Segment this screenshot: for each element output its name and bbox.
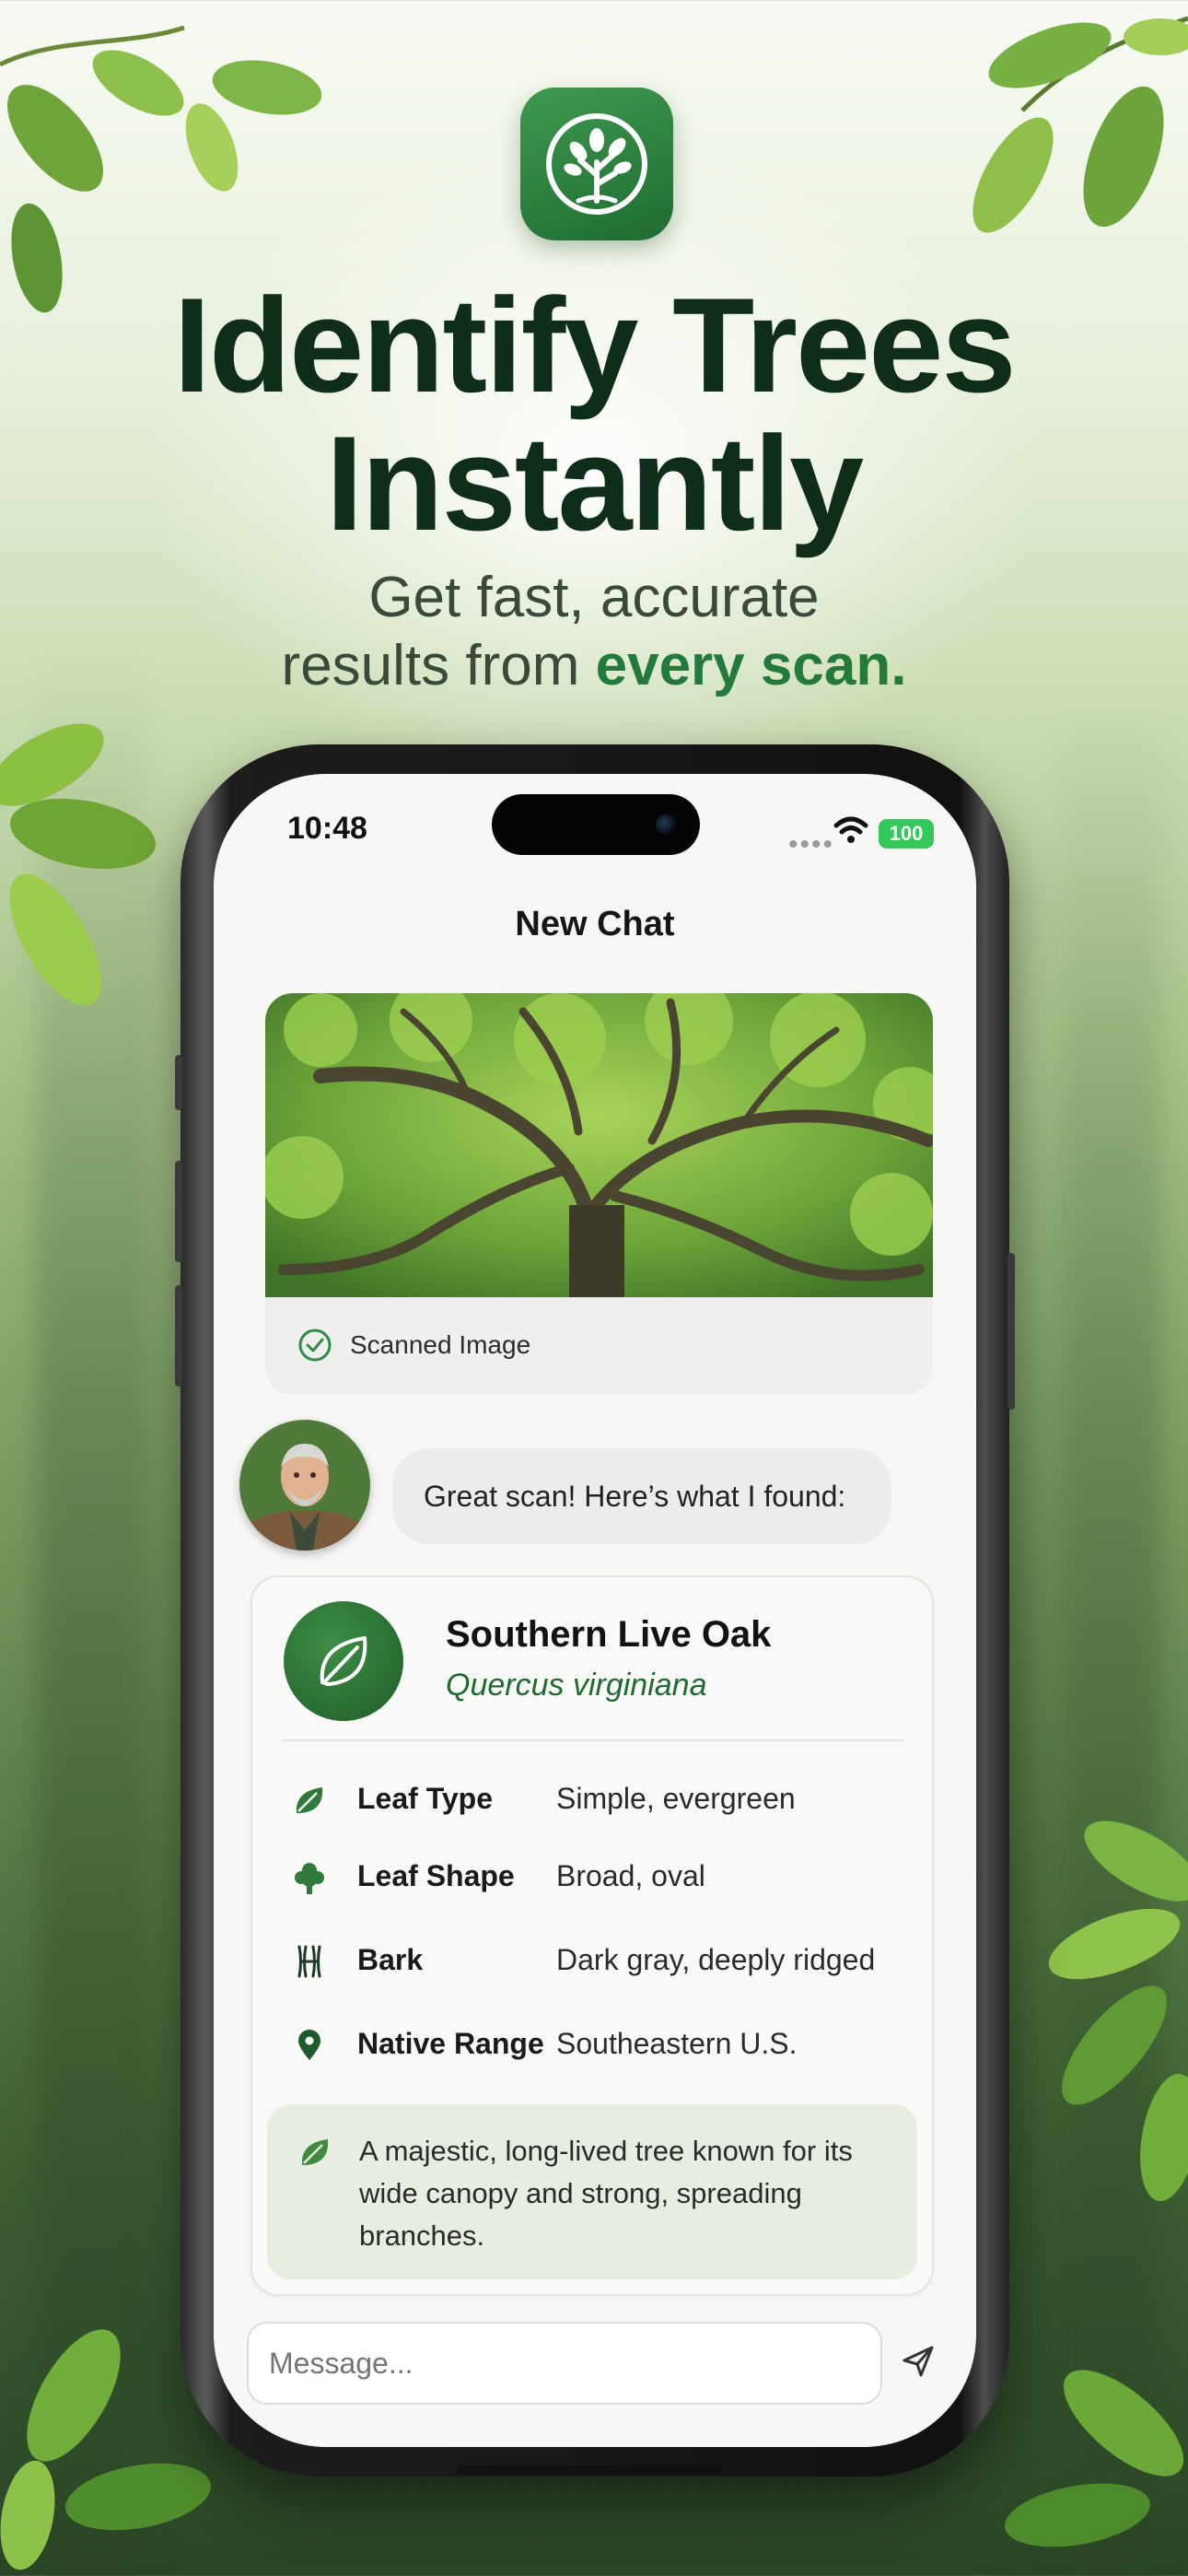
subheadline-line-2: results from every scan.	[0, 632, 1188, 700]
phone-side-button	[175, 1055, 182, 1110]
background-trunk	[1059, 700, 1160, 2576]
attribute-label: Bark	[357, 1943, 424, 1976]
tree-logo-icon	[546, 113, 647, 215]
phone-side-button	[1007, 1253, 1015, 1410]
scanned-tree-photo[interactable]	[265, 993, 933, 1297]
assistant-avatar[interactable]	[239, 1420, 370, 1551]
attribute-value: Simple, evergreen	[556, 1782, 796, 1815]
subheadline-accent: every scan.	[595, 634, 907, 697]
check-circle-icon	[298, 1329, 332, 1362]
species-badge	[284, 1601, 403, 1721]
attribute-value: Southeastern U.S.	[556, 2027, 798, 2060]
home-indicator[interactable]	[457, 2465, 724, 2475]
tree-icon	[289, 1857, 330, 1898]
location-pin-icon	[289, 2025, 330, 2066]
status-time: 10:48	[287, 811, 367, 846]
subheadline-line-1: Get fast, accurate	[368, 566, 820, 629]
dynamic-island	[492, 794, 700, 855]
message-input[interactable]	[247, 2322, 882, 2405]
leaf-cluster-top-right-icon	[973, 16, 1188, 233]
species-scientific-name: Quercus virginiana	[446, 1668, 707, 1703]
attribute-row-leaf-type: Leaf Type Simple, evergreen	[282, 1771, 917, 1826]
card-divider	[282, 1739, 904, 1741]
attribute-row-native-range: Native Range Southeastern U.S.	[282, 2016, 917, 2071]
attribute-value: Dark gray, deeply ridged	[556, 1943, 876, 1976]
leaf-icon	[289, 1780, 330, 1821]
app-icon	[520, 88, 673, 240]
front-camera	[656, 814, 676, 835]
leaf-outline-icon	[320, 1636, 367, 1686]
headline-line-1: Identify Trees	[173, 270, 1016, 420]
leaf-icon	[301, 2139, 329, 2165]
phone-side-button	[175, 1285, 182, 1387]
attribute-label: Leaf Type	[357, 1782, 493, 1815]
headline-line-2: Instantly	[325, 408, 864, 558]
phone-side-button	[175, 1161, 182, 1262]
leaf-cluster-left-icon	[0, 723, 157, 1006]
chat-title: New Chat	[515, 905, 675, 943]
assistant-message-bubble: Great scan! Here’s what I found:	[392, 1448, 891, 1544]
attribute-row-leaf-shape: Leaf Shape Broad, oval	[282, 1848, 917, 1903]
attribute-row-bark: Bark Dark gray, deeply ridged	[282, 1932, 917, 1987]
attribute-label: Leaf Shape	[357, 1859, 515, 1892]
species-description: A majestic, long-lived tree known for it…	[359, 2135, 853, 2252]
bark-icon	[289, 1941, 330, 1982]
avatar-portrait	[239, 1420, 370, 1551]
subheadline: Get fast, accurate results from every sc…	[0, 564, 1188, 700]
subheadline-plain: results from	[281, 634, 596, 697]
send-icon[interactable]	[899, 2342, 938, 2381]
attribute-label: Native Range	[357, 2027, 544, 2060]
leaf-cluster-bottom-right-icon	[1005, 2370, 1184, 2547]
battery-indicator: 100	[879, 819, 934, 849]
attribute-value: Broad, oval	[556, 1859, 705, 1892]
leaf-cluster-right-icon	[1048, 1821, 1188, 2202]
scanned-image-label: Scanned Image	[350, 1330, 531, 1359]
cellular-signal-icon: ••••	[788, 829, 835, 860]
wifi-icon	[833, 816, 868, 843]
headline: Identify Trees Instantly	[0, 276, 1188, 553]
scanned-image-card[interactable]: Scanned Image	[265, 993, 933, 1395]
species-common-name: Southern Live Oak	[446, 1614, 772, 1655]
